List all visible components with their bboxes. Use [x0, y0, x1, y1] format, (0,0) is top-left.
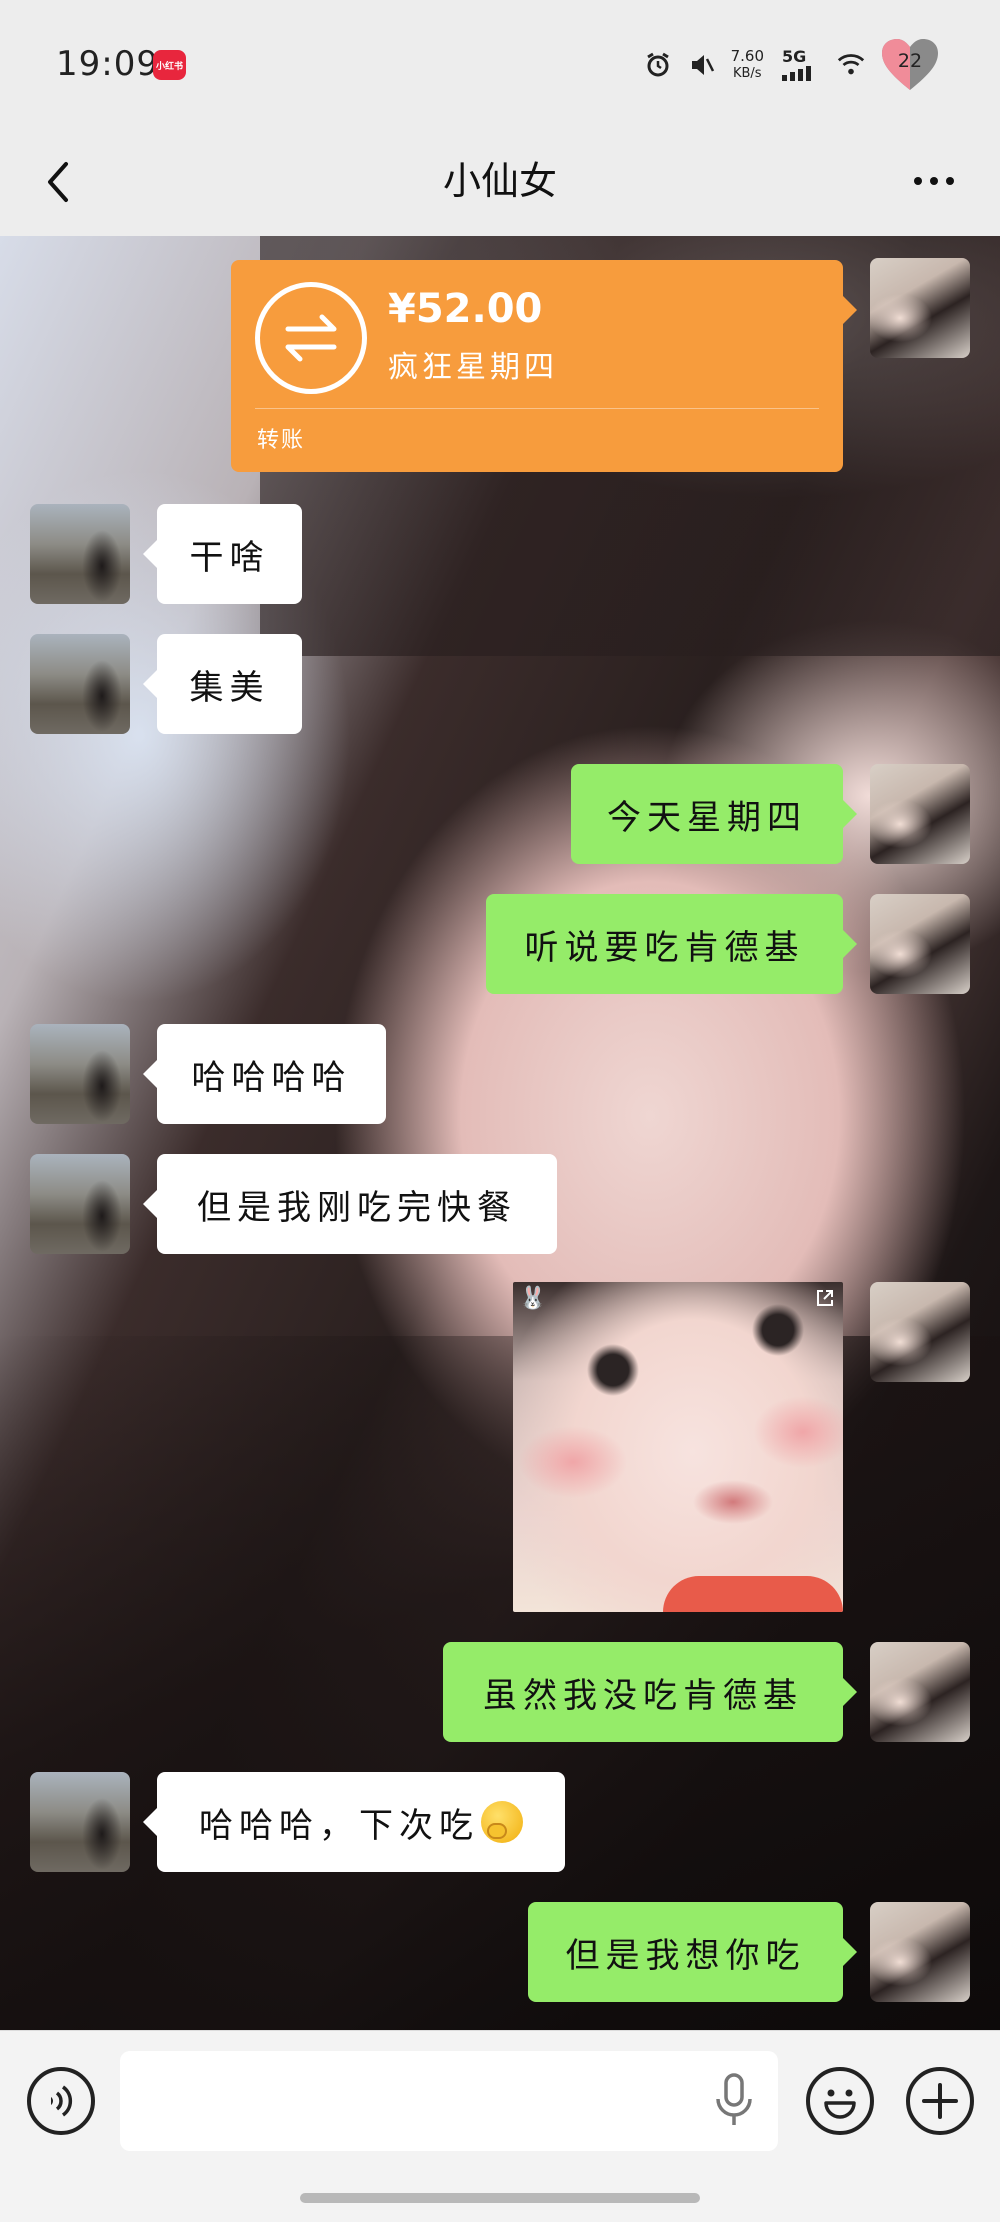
- cellular-signal-icon: 5G: [778, 47, 822, 83]
- incoming-message-bubble[interactable]: 集美: [143, 634, 302, 734]
- wifi-icon: [836, 50, 866, 80]
- my-avatar[interactable]: [870, 1902, 970, 2002]
- chat-title: 小仙女: [442, 159, 557, 203]
- smiley-icon: [824, 2089, 856, 2119]
- outgoing-message-bubble[interactable]: 但是我想你吃: [528, 1902, 857, 2002]
- transfer-note: 疯狂星期四: [388, 350, 558, 385]
- my-avatar[interactable]: [870, 1282, 970, 1382]
- status-icons: 7.60 KB/s 5G 22: [643, 38, 940, 92]
- rabbit-icon: 🐰: [519, 1286, 547, 1311]
- network-type: 5G: [782, 47, 807, 66]
- home-indicator[interactable]: [300, 2193, 700, 2203]
- alarm-icon: [643, 50, 673, 80]
- outgoing-message-bubble[interactable]: 听说要吃肯德基: [486, 894, 857, 994]
- contact-avatar[interactable]: [30, 1024, 130, 1124]
- microphone-icon[interactable]: [712, 2071, 756, 2131]
- incoming-message-bubble[interactable]: 哈哈哈，下次吃: [143, 1772, 565, 1872]
- more-functions-button[interactable]: [906, 2067, 974, 2135]
- incoming-message-text: 哈哈哈，下次吃: [199, 1805, 479, 1846]
- network-speed-value: 7.60: [730, 47, 764, 65]
- voice-input-button[interactable]: [27, 2067, 95, 2135]
- my-avatar[interactable]: [870, 1642, 970, 1742]
- outgoing-message-bubble[interactable]: 虽然我没吃肯德基: [443, 1642, 857, 1742]
- contact-avatar[interactable]: [30, 1772, 130, 1872]
- contact-avatar[interactable]: [30, 504, 130, 604]
- status-time: 19:09: [56, 44, 159, 84]
- contact-avatar[interactable]: [30, 1154, 130, 1254]
- my-avatar[interactable]: [870, 894, 970, 994]
- network-speed-unit: KB/s: [732, 66, 762, 81]
- chat-header: 小仙女: [0, 130, 1000, 236]
- external-link-icon: [817, 1290, 833, 1306]
- plus-icon: [922, 2083, 958, 2119]
- transfer-amount: ¥52.00: [388, 286, 543, 332]
- xiaohongshu-notification-icon: 小红书: [153, 50, 186, 80]
- status-bar: 19:09 小红书 7.60 KB/s 5G 22: [0, 0, 1000, 130]
- my-avatar[interactable]: [870, 764, 970, 864]
- transfer-arrows-icon: [255, 282, 367, 394]
- transfer-message-card[interactable]: ¥52.00 疯狂星期四 转账: [231, 260, 857, 472]
- battery-heart-icon: 22: [880, 38, 940, 92]
- input-bar: [0, 2030, 1000, 2222]
- incoming-message-bubble[interactable]: 干啥: [143, 504, 302, 604]
- transfer-type-label: 转账: [257, 428, 306, 453]
- baby-photo-message[interactable]: 🐰: [513, 1282, 843, 1612]
- thinking-emoji-icon: [481, 1801, 523, 1843]
- incoming-message-bubble[interactable]: 哈哈哈哈: [143, 1024, 386, 1124]
- network-speed: 7.60 KB/s: [731, 47, 764, 83]
- incoming-message-bubble[interactable]: 但是我刚吃完快餐: [143, 1154, 557, 1254]
- chat-messages-area[interactable]: ¥52.00 疯狂星期四 转账 干啥 集美 今天星期四 听说要吃肯德基 哈哈哈哈…: [0, 236, 1000, 2030]
- message-input[interactable]: [120, 2051, 778, 2151]
- outgoing-message-bubble[interactable]: 今天星期四: [571, 764, 857, 864]
- more-options-button[interactable]: [904, 156, 964, 206]
- contact-avatar[interactable]: [30, 634, 130, 734]
- more-dots-icon: [914, 177, 922, 185]
- my-avatar[interactable]: [870, 258, 970, 358]
- voice-icon: [51, 2085, 73, 2117]
- battery-level: 22: [897, 50, 923, 72]
- mute-icon: [687, 50, 717, 80]
- emoji-button[interactable]: [806, 2067, 874, 2135]
